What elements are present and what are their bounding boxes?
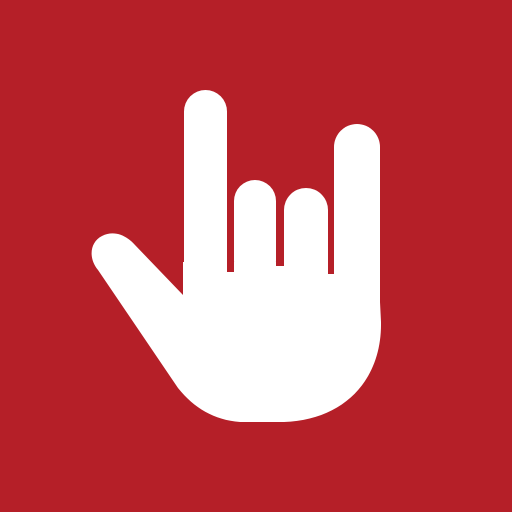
middle-finger <box>234 180 276 282</box>
app-icon <box>0 0 512 512</box>
pinky-finger <box>334 124 380 324</box>
gap-ring-pinky <box>328 200 334 274</box>
gap-middle-ring <box>276 206 284 266</box>
gap-index-middle <box>227 196 234 272</box>
index-finger <box>184 90 227 295</box>
app-icon-canvas <box>0 0 512 512</box>
ring-finger <box>284 188 328 288</box>
